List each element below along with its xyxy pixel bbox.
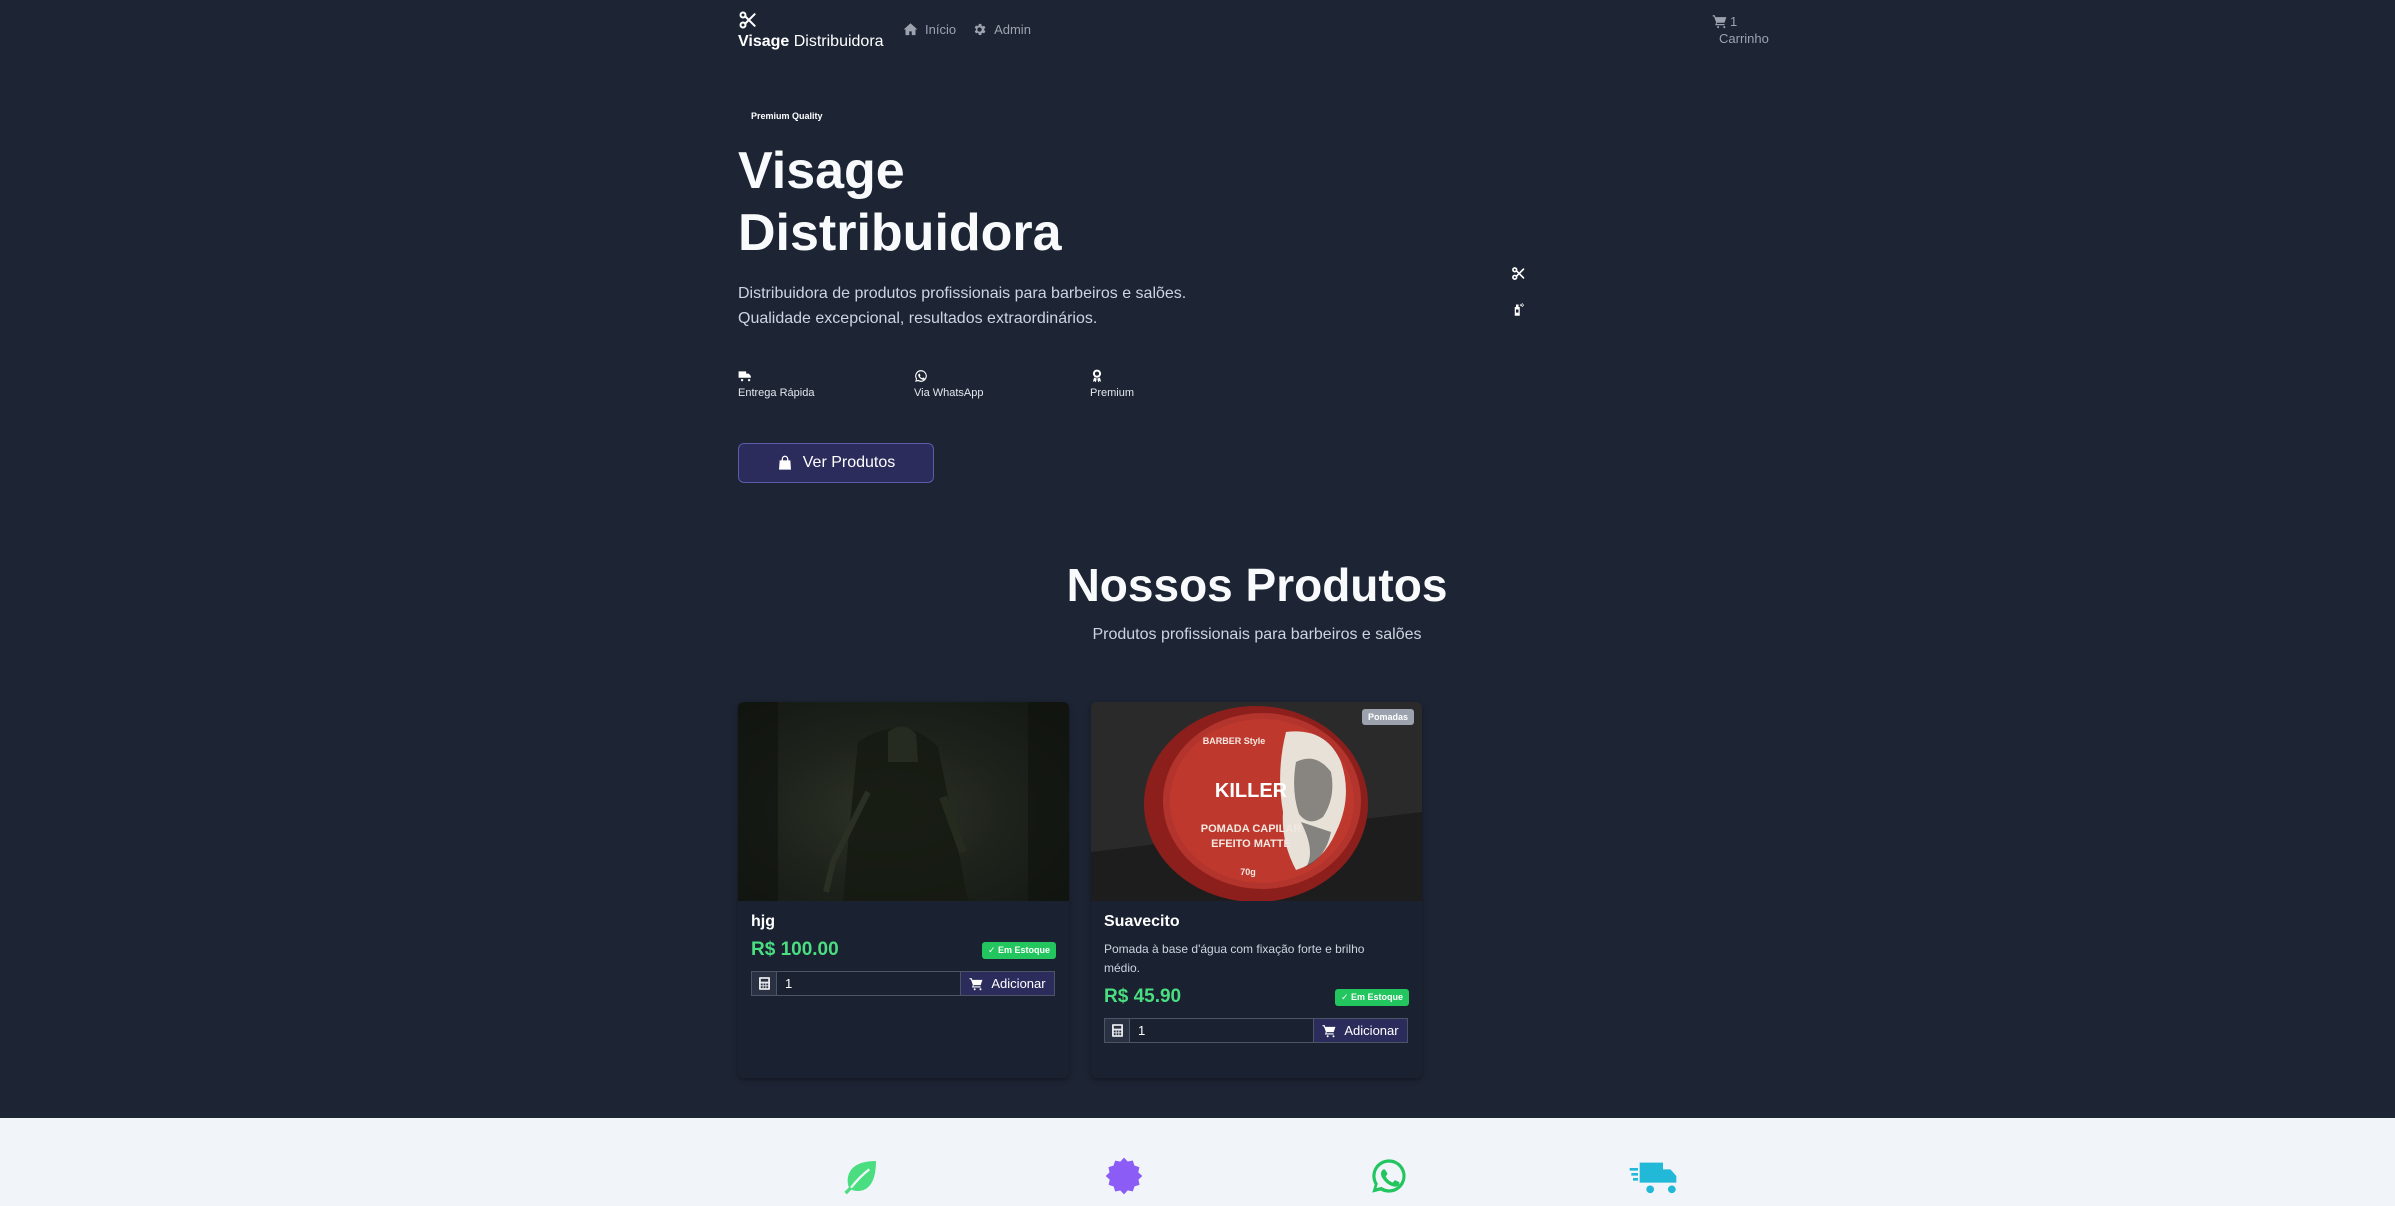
category-badge: Pomadas (1361, 709, 1414, 725)
scissors-icon (739, 11, 756, 29)
nav-link-label: Admin (994, 22, 1031, 37)
view-products-label: Ver Produtos (802, 454, 896, 471)
home-icon (903, 23, 918, 36)
seal-badge-icon (1105, 1157, 1143, 1195)
leaf-icon (844, 1161, 876, 1195)
calculator-icon (751, 971, 777, 996)
cart-icon (1322, 1024, 1336, 1037)
whatsapp-icon (915, 370, 927, 382)
feature-delivery: Entrega Rápida (738, 369, 914, 399)
feature-whatsapp: Via WhatsApp (914, 369, 1090, 399)
award-icon (1092, 369, 1102, 383)
shopping-bag-icon (778, 455, 791, 470)
quantity-group: Adicionar (751, 971, 1056, 996)
calculator-icon (1104, 1018, 1130, 1043)
stock-badge: ✓ Em Estoque (1334, 988, 1409, 1006)
feature-premium: Premium (1090, 369, 1266, 399)
products-section-subtitle: Produtos profissionais para barbeiros e … (1092, 626, 1422, 643)
whatsapp-icon (1372, 1159, 1406, 1193)
add-to-cart-button[interactable]: Adicionar (961, 971, 1055, 996)
svg-text:POMADA CAPILAR: POMADA CAPILAR (1201, 823, 1301, 835)
cart-count: 1 (1730, 14, 1738, 29)
svg-text:70g: 70g (1240, 867, 1256, 877)
product-description: Pomada à base d'água com fixação forte e… (1104, 942, 1365, 975)
product-name: hjg (751, 913, 775, 930)
product-card: hjg R$ 100.00 ✓ Em Estoque Adicionar (738, 702, 1069, 1078)
scissors-icon (1512, 267, 1525, 280)
svg-text:EFEITO MATTE: EFEITO MATTE (1211, 838, 1291, 850)
pomade-can-image: BARBER Style KILLER POMADA CAPILAR EFEIT… (1091, 702, 1422, 901)
cart-icon (1712, 15, 1727, 29)
hero-description: Distribuidora de produtos profissionais … (738, 285, 1187, 327)
product-name: Suavecito (1104, 913, 1180, 930)
brand-name: Visage Distribuidora (738, 33, 884, 50)
navbar: Visage Distribuidora Início Admin 1 Carr… (0, 0, 2395, 70)
gear-icon (974, 23, 986, 35)
nav-link-admin[interactable]: Admin (972, 22, 1031, 37)
quantity-group: Adicionar (1104, 1018, 1409, 1043)
cart-label: Carrinho (1719, 31, 1769, 46)
nav-links: Início Admin (903, 22, 1031, 37)
cart-icon (969, 977, 983, 990)
premium-badge: Premium Quality (751, 111, 823, 121)
features-strip (0, 1118, 2395, 1206)
svg-text:BARBER Style: BARBER Style (1203, 736, 1266, 746)
hero-side-icons (1511, 266, 1526, 317)
product-image[interactable] (738, 702, 1069, 901)
view-products-button[interactable]: Ver Produtos (738, 443, 934, 483)
spray-bottle-icon (1514, 303, 1525, 316)
product-image[interactable]: BARBER Style KILLER POMADA CAPILAR EFEIT… (1091, 702, 1422, 901)
nav-link-inicio[interactable]: Início (903, 22, 956, 37)
cart-button[interactable]: 1 Carrinho (1712, 13, 1769, 47)
nav-link-label: Início (925, 22, 957, 37)
quantity-input[interactable] (777, 971, 961, 996)
svg-text:KILLER: KILLER (1215, 780, 1288, 802)
fast-delivery-truck-icon (1629, 1162, 1677, 1194)
hero-features: Entrega Rápida Via WhatsApp Premium (738, 369, 1266, 399)
stock-badge: ✓ Em Estoque (981, 941, 1056, 959)
product-price: R$ 100.00 (751, 939, 839, 960)
product-price: R$ 45.90 (1104, 986, 1182, 1007)
product-card: BARBER Style KILLER POMADA CAPILAR EFEIT… (1091, 702, 1422, 1078)
dark-figure-image (738, 702, 1069, 901)
quantity-input[interactable] (1130, 1018, 1314, 1043)
brand-logo-link[interactable]: Visage Distribuidora (738, 10, 884, 52)
products-section-title: Nossos Produtos (1066, 559, 1448, 611)
truck-icon (738, 371, 751, 382)
hero-title: Visage Distribuidora (738, 142, 1062, 262)
add-to-cart-button[interactable]: Adicionar (1314, 1018, 1408, 1043)
